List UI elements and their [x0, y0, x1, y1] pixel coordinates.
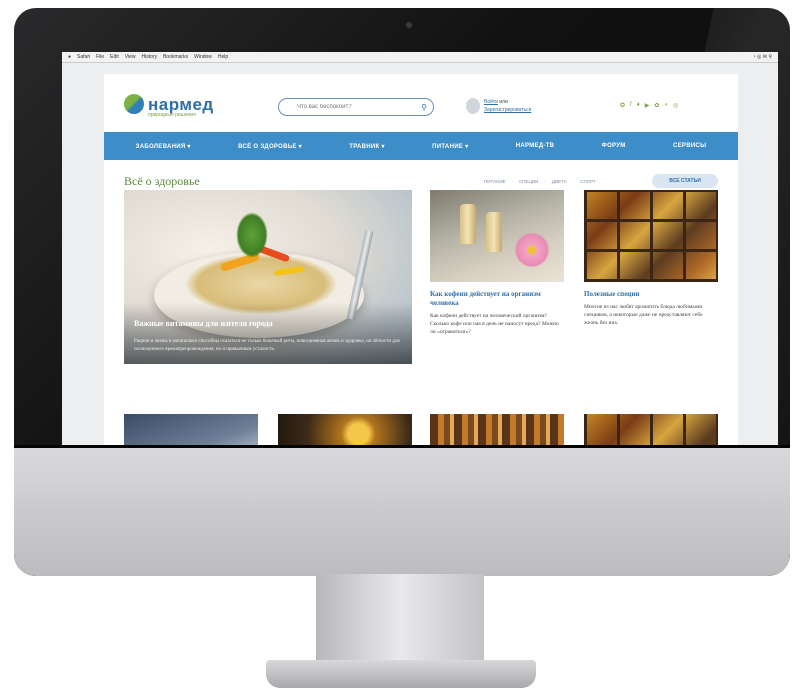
bottle-image [460, 204, 476, 244]
food-image-part [236, 212, 268, 258]
youtube-icon[interactable]: ▶ [645, 102, 650, 109]
nav-item-services[interactable]: СЕРВИСЫ [673, 143, 706, 149]
os-menubar: ● Safari File Edit View History Bookmark… [62, 52, 778, 63]
article-image[interactable] [584, 190, 718, 282]
filter-link-sport[interactable]: СПОРТ [580, 179, 596, 184]
menu-item[interactable]: Edit [110, 54, 119, 60]
menu-item[interactable]: History [142, 54, 158, 60]
article-title[interactable]: Как кофеин действует на организм человек… [430, 290, 564, 308]
bottle-image [486, 212, 502, 252]
search-box[interactable]: ⚲ [278, 98, 434, 116]
site-header: нармед природные решения ⚲ Войти или Зар… [104, 74, 738, 132]
logo-tagline: природные решения [148, 112, 196, 118]
facebook-icon[interactable]: f [630, 102, 632, 109]
filter-link-diet[interactable]: ДИЕТА [552, 179, 567, 184]
article-image[interactable] [430, 190, 564, 282]
nav-item-diseases[interactable]: ЗАБОЛЕВАНИЯ ▾ [136, 143, 191, 150]
screen: ● Safari File Edit View History Bookmark… [62, 52, 778, 460]
article-card[interactable]: Как кофеин действует на организм человек… [430, 190, 564, 336]
article-title[interactable]: Полезные специи [584, 290, 718, 299]
section-title: Всё о здоровье [124, 174, 200, 188]
separator: · [572, 179, 575, 184]
menu-item[interactable]: Window [194, 54, 212, 60]
instagram-icon[interactable]: ◎ [673, 102, 678, 109]
monitor-stand [316, 574, 484, 664]
nav-item-health[interactable]: ВСЁ О ЗДОРОВЬЕ ▾ [238, 143, 302, 150]
login-link[interactable]: Войти [484, 99, 498, 105]
monitor-chin [14, 448, 790, 576]
logo-icon [124, 94, 144, 114]
rss-icon[interactable]: ◗ [664, 102, 668, 109]
odnoklassniki-icon[interactable]: ✪ [620, 102, 625, 109]
feature-overlay [124, 302, 412, 364]
main-nav: ЗАБОЛЕВАНИЯ ▾ ВСЁ О ЗДОРОВЬЕ ▾ ТРАВНИК ▾… [104, 132, 738, 160]
search-input[interactable] [279, 103, 422, 111]
separator: · [544, 179, 546, 184]
nav-item-herbs[interactable]: ТРАВНИК ▾ [349, 143, 385, 150]
imac-monitor: ● Safari File Edit View History Bookmark… [14, 8, 790, 576]
user-block: Войти или Зарегистрироваться [466, 98, 531, 114]
nav-item-forum[interactable]: ФОРУМ [602, 143, 626, 149]
menu-item[interactable]: File [96, 54, 104, 60]
flower-image [512, 230, 552, 270]
nav-item-nutrition[interactable]: ПИТАНИЕ ▾ [432, 143, 468, 150]
menu-item[interactable]: Safari [77, 54, 90, 60]
status-icons[interactable]: ◔ ◎ ✉ ⚲ [753, 54, 772, 60]
filter-link-spices[interactable]: СПЕЦИИ [519, 179, 538, 184]
web-page: нармед природные решения ⚲ Войти или Зар… [104, 74, 738, 460]
vk-icon[interactable]: ✿ [654, 102, 659, 109]
social-links: ✪ f ♦ ▶ ✿ ◗ ◎ [620, 102, 678, 109]
featured-article[interactable]: Важные витамины для жителя города Рацион… [124, 190, 412, 364]
article-excerpt: Многие из нас любят ароматить блюда люби… [584, 304, 703, 326]
separator: · [511, 179, 514, 184]
nav-item-tv[interactable]: НАРМЕД-ТВ [516, 143, 555, 149]
search-icon[interactable]: ⚲ [421, 103, 427, 112]
menu-item[interactable]: Bookmarks [163, 54, 188, 60]
or-text: или [499, 99, 508, 105]
register-link[interactable]: Зарегистрироваться [484, 106, 531, 114]
all-articles-button[interactable]: ВСЕ СТАТЬИ [652, 174, 718, 188]
avatar [466, 98, 480, 114]
apple-icon[interactable]: ● [68, 54, 71, 60]
section-filter-links: ПИТАНИЕ · СПЕЦИИ · ДИЕТА · СПОРТ [484, 179, 596, 184]
article-card[interactable]: Полезные специи Многие из нас любят аром… [584, 190, 718, 327]
feature-title[interactable]: Важные витамины для жителя города [134, 319, 273, 328]
camera-icon [406, 22, 412, 28]
monitor-foot [266, 660, 536, 688]
feature-text: Рацион и жизнь в мегаполисе способны ска… [134, 339, 400, 352]
logo-text: нармед [148, 94, 214, 114]
filter-link-nutrition[interactable]: ПИТАНИЕ [484, 179, 506, 184]
menu-item[interactable]: View [125, 54, 136, 60]
menu-item[interactable]: Help [218, 54, 228, 60]
twitter-icon[interactable]: ♦ [637, 102, 640, 109]
article-excerpt: Как кофеин действует на человеческий орг… [430, 313, 559, 335]
